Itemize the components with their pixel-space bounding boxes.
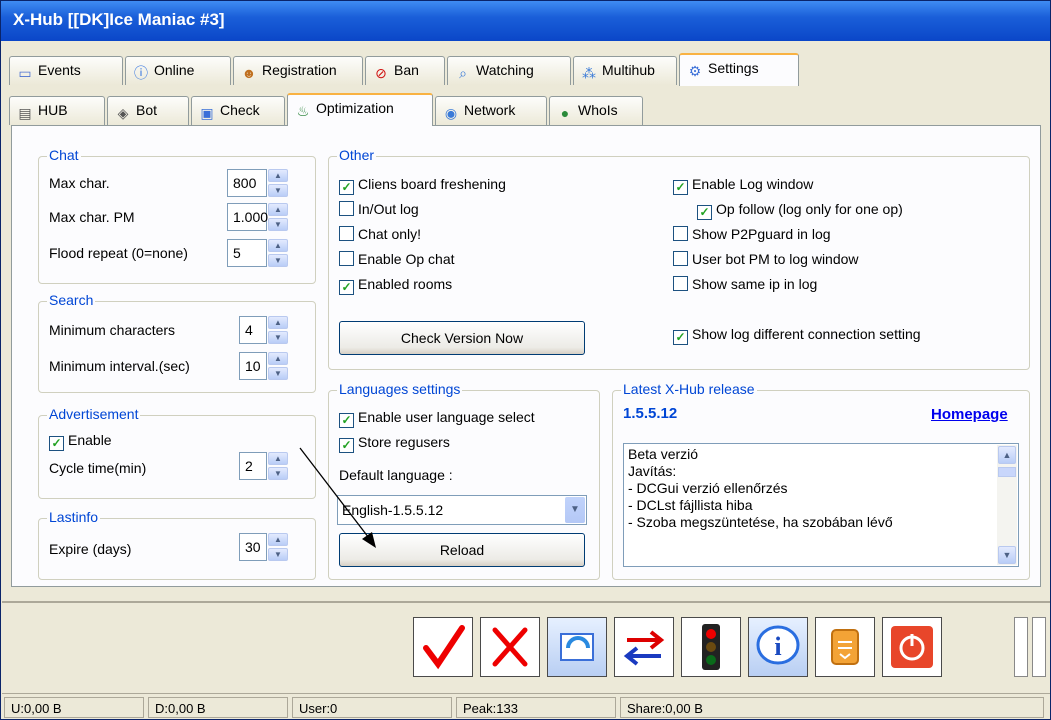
status-bar: U:0,00 B D:0,00 B User:0 Peak:133 Share:… xyxy=(2,693,1050,719)
check-icon: ▣ xyxy=(200,105,214,121)
power-icon[interactable] xyxy=(882,617,942,677)
tab-label: Events xyxy=(38,62,81,78)
tab-label: Registration xyxy=(262,62,337,78)
tab-label: HUB xyxy=(38,102,68,118)
swap-arrows-icon[interactable] xyxy=(614,617,674,677)
info-icon[interactable]: i xyxy=(748,617,808,677)
window-title: X-Hub [[DK]Ice Maniac #3] xyxy=(13,10,225,29)
settings-icon: ⚙ xyxy=(688,63,702,79)
tab-whois[interactable]: ● WhoIs xyxy=(549,96,643,125)
tab-label: Online xyxy=(154,62,195,78)
svg-text:i: i xyxy=(774,632,781,661)
status-peak: Peak:133 xyxy=(456,697,616,718)
tab-label: Ban xyxy=(394,62,419,78)
tab-optimization[interactable]: ♨ Optimization xyxy=(287,93,433,126)
tab-events[interactable]: ▭ Events xyxy=(9,56,123,85)
multihub-icon: ⁂ xyxy=(582,65,596,81)
status-upload: U:0,00 B xyxy=(4,697,144,718)
tab-network[interactable]: ◉ Network xyxy=(435,96,547,125)
toolbar-grip xyxy=(1014,617,1028,677)
cancel-x-icon[interactable] xyxy=(480,617,540,677)
annotation-arrow xyxy=(299,447,376,548)
hub-icon: ▤ xyxy=(18,105,32,121)
tab-label: Optimization xyxy=(316,100,394,116)
traffic-light-icon[interactable] xyxy=(681,617,741,677)
network-icon: ◉ xyxy=(444,105,458,121)
ban-icon: ⊘ xyxy=(375,65,387,81)
tab-bot[interactable]: ◈ Bot xyxy=(107,96,189,125)
tab-label: WhoIs xyxy=(578,102,618,118)
tab-watching[interactable]: ⌕ Watching xyxy=(447,56,571,85)
status-users: User:0 xyxy=(292,697,452,718)
tab-registration[interactable]: ☻ Registration xyxy=(233,56,363,85)
title-bar[interactable]: X-Hub [[DK]Ice Maniac #3] xyxy=(1,1,1050,41)
magnifier-icon: ⌕ xyxy=(459,65,467,81)
status-share: Share:0,00 B xyxy=(620,697,1044,718)
optimization-panel: Chat Max char. 800 ▲ ▼ Max char. PM 1.000 ▲… xyxy=(11,125,1041,587)
refresh-icon[interactable] xyxy=(547,617,607,677)
tab-label: Network xyxy=(464,102,516,118)
events-icon: ▭ xyxy=(18,65,32,81)
app-window: X-Hub [[DK]Ice Maniac #3] ▭ Events ⓘ Onlin… xyxy=(0,0,1051,720)
tab-online[interactable]: ⓘ Online xyxy=(125,56,231,85)
status-download: D:0,00 B xyxy=(148,697,288,718)
tab-settings[interactable]: ⚙ Settings xyxy=(679,53,799,86)
tab-multihub[interactable]: ⁂ Multihub xyxy=(573,56,677,85)
tab-label: Check xyxy=(220,102,260,118)
tab-label: Settings xyxy=(708,60,759,76)
notes-icon[interactable] xyxy=(815,617,875,677)
tab-label: Bot xyxy=(136,102,158,118)
tab-label: Watching xyxy=(476,62,534,78)
globe-icon: ● xyxy=(560,105,570,121)
apply-check-icon[interactable] xyxy=(413,617,473,677)
bot-icon: ◈ xyxy=(117,105,129,121)
bottom-toolbar: i xyxy=(2,601,1050,691)
tab-check[interactable]: ▣ Check xyxy=(191,96,285,125)
toolbar-grip xyxy=(1032,617,1046,677)
tab-ban[interactable]: ⊘ Ban xyxy=(365,56,445,85)
tab-hub[interactable]: ▤ HUB xyxy=(9,96,105,125)
tab-label: Multihub xyxy=(602,62,655,78)
info-icon: ⓘ xyxy=(134,65,148,81)
users-icon: ☻ xyxy=(241,65,257,81)
optimization-icon: ♨ xyxy=(296,103,310,119)
